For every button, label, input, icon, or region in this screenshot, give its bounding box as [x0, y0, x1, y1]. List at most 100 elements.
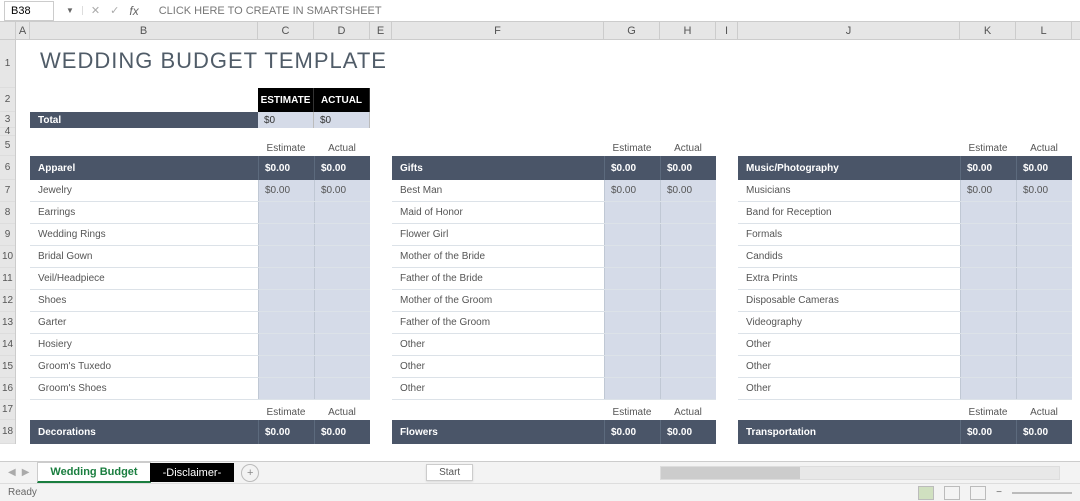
col-header[interactable]: C: [258, 22, 314, 39]
formula-content[interactable]: CLICK HERE TO CREATE IN SMARTSHEET: [147, 5, 1080, 17]
item-estimate[interactable]: [258, 224, 314, 245]
section-actual[interactable]: $0.00: [1016, 420, 1072, 444]
item-actual[interactable]: $0.00: [314, 180, 370, 201]
item-actual[interactable]: $0.00: [660, 180, 716, 201]
fx-icon[interactable]: fx: [129, 4, 138, 18]
row-header[interactable]: 7: [0, 180, 15, 202]
item-actual[interactable]: [1016, 246, 1072, 267]
start-button[interactable]: Start: [426, 464, 473, 481]
item-label[interactable]: Formals: [738, 224, 960, 245]
total-actual[interactable]: $0: [314, 112, 370, 128]
row-header[interactable]: 8: [0, 202, 15, 224]
item-label[interactable]: Maid of Honor: [392, 202, 604, 223]
zoom-out-icon[interactable]: −: [996, 487, 1002, 498]
section-estimate[interactable]: $0.00: [960, 156, 1016, 180]
item-estimate[interactable]: [960, 356, 1016, 377]
row-header[interactable]: 4: [0, 128, 15, 136]
row-header[interactable]: 2: [0, 88, 15, 112]
add-sheet-button[interactable]: +: [241, 464, 259, 482]
item-label[interactable]: Groom's Tuxedo: [30, 356, 258, 377]
item-estimate[interactable]: [604, 312, 660, 333]
row-header[interactable]: 13: [0, 312, 15, 334]
item-label[interactable]: Other: [392, 334, 604, 355]
item-estimate[interactable]: $0.00: [960, 180, 1016, 201]
item-estimate[interactable]: [258, 202, 314, 223]
row-header[interactable]: 11: [0, 268, 15, 290]
col-header[interactable]: K: [960, 22, 1016, 39]
item-label[interactable]: Shoes: [30, 290, 258, 311]
item-estimate[interactable]: [258, 356, 314, 377]
item-actual[interactable]: [314, 268, 370, 289]
item-actual[interactable]: [314, 312, 370, 333]
confirm-icon[interactable]: ✓: [110, 4, 119, 17]
item-estimate[interactable]: [604, 334, 660, 355]
item-actual[interactable]: $0.00: [1016, 180, 1072, 201]
item-actual[interactable]: [660, 312, 716, 333]
item-label[interactable]: Groom's Shoes: [30, 378, 258, 399]
item-estimate[interactable]: [604, 202, 660, 223]
row-header[interactable]: 18: [0, 420, 15, 444]
item-estimate[interactable]: [604, 246, 660, 267]
item-estimate[interactable]: [960, 334, 1016, 355]
page-layout-view-icon[interactable]: [944, 486, 960, 500]
item-actual[interactable]: [660, 378, 716, 399]
row-header[interactable]: 15: [0, 356, 15, 378]
item-actual[interactable]: [314, 378, 370, 399]
section-actual[interactable]: $0.00: [314, 156, 370, 180]
item-estimate[interactable]: [258, 268, 314, 289]
item-label[interactable]: Jewelry: [30, 180, 258, 201]
item-label[interactable]: Videography: [738, 312, 960, 333]
item-estimate[interactable]: [604, 224, 660, 245]
section-estimate[interactable]: $0.00: [960, 420, 1016, 444]
item-actual[interactable]: [1016, 356, 1072, 377]
item-estimate[interactable]: [258, 246, 314, 267]
item-estimate[interactable]: [960, 378, 1016, 399]
item-label[interactable]: Candids: [738, 246, 960, 267]
name-box[interactable]: B38: [4, 1, 54, 21]
item-label[interactable]: Hosiery: [30, 334, 258, 355]
col-header[interactable]: J: [738, 22, 960, 39]
item-label[interactable]: Best Man: [392, 180, 604, 201]
section-estimate[interactable]: $0.00: [258, 420, 314, 444]
item-label[interactable]: Garter: [30, 312, 258, 333]
section-actual[interactable]: $0.00: [314, 420, 370, 444]
col-header[interactable]: G: [604, 22, 660, 39]
item-label[interactable]: Band for Reception: [738, 202, 960, 223]
item-label[interactable]: Other: [738, 356, 960, 377]
row-header[interactable]: 1: [0, 40, 15, 88]
item-label[interactable]: Father of the Groom: [392, 312, 604, 333]
item-actual[interactable]: [660, 202, 716, 223]
total-estimate[interactable]: $0: [258, 112, 314, 128]
item-actual[interactable]: [660, 224, 716, 245]
tab-prev-icon[interactable]: ◀: [6, 467, 18, 478]
col-header[interactable]: D: [314, 22, 370, 39]
item-label[interactable]: Other: [738, 378, 960, 399]
item-label[interactable]: Wedding Rings: [30, 224, 258, 245]
item-actual[interactable]: [314, 224, 370, 245]
item-actual[interactable]: [1016, 378, 1072, 399]
item-estimate[interactable]: [960, 312, 1016, 333]
item-actual[interactable]: [660, 334, 716, 355]
item-label[interactable]: Flower Girl: [392, 224, 604, 245]
section-estimate[interactable]: $0.00: [258, 156, 314, 180]
item-estimate[interactable]: [604, 290, 660, 311]
section-estimate[interactable]: $0.00: [604, 156, 660, 180]
item-label[interactable]: Other: [392, 378, 604, 399]
item-actual[interactable]: [660, 268, 716, 289]
item-actual[interactable]: [1016, 290, 1072, 311]
item-label[interactable]: Musicians: [738, 180, 960, 201]
section-actual[interactable]: $0.00: [660, 156, 716, 180]
item-actual[interactable]: [1016, 202, 1072, 223]
item-actual[interactable]: [314, 356, 370, 377]
item-estimate[interactable]: [960, 268, 1016, 289]
col-header[interactable]: E: [370, 22, 392, 39]
col-header[interactable]: H: [660, 22, 716, 39]
section-actual[interactable]: $0.00: [1016, 156, 1072, 180]
item-actual[interactable]: [1016, 312, 1072, 333]
section-estimate[interactable]: $0.00: [604, 420, 660, 444]
col-header[interactable]: I: [716, 22, 738, 39]
row-header[interactable]: 6: [0, 156, 15, 180]
item-actual[interactable]: [660, 356, 716, 377]
item-label[interactable]: Earrings: [30, 202, 258, 223]
item-actual[interactable]: [314, 290, 370, 311]
